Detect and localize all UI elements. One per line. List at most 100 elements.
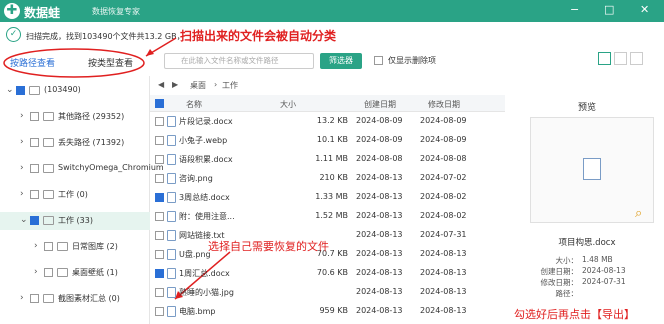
tree-node-checkbox[interactable] [16, 86, 25, 95]
tree-node-checkbox[interactable] [44, 268, 53, 277]
table-row[interactable]: 语段积累.docx 1.11 MB 2024-08-08 2024-08-08 [150, 151, 505, 169]
tree-node[interactable]: › 桌面壁纸 (1) [0, 264, 150, 282]
preview-filename: 项目构思.docx [558, 238, 616, 248]
document-icon [583, 158, 601, 180]
row-checkbox[interactable] [155, 250, 164, 259]
file-name: 小兔子.webp [179, 136, 228, 145]
annotation-select-note: 选择自己需要恢复的文件 [208, 240, 329, 253]
zoom-icon[interactable]: ⌕ [635, 206, 642, 221]
only-deleted-checkbox[interactable] [374, 56, 383, 65]
file-size: 13.2 KB [316, 116, 348, 125]
tree-node[interactable]: › SwitchyOmega_Chromium [0, 160, 164, 178]
tree-node[interactable]: › 工作 (0) [0, 186, 150, 204]
row-checkbox[interactable] [155, 269, 164, 278]
breadcrumb-back-icon[interactable]: ◀ [158, 80, 164, 89]
file-type-icon [167, 173, 176, 184]
file-name: 片段记录.docx [179, 117, 233, 126]
grid-view-icon[interactable] [614, 52, 627, 65]
tree-node-checkbox[interactable] [30, 216, 39, 225]
breadcrumb: ◀ ▶ 桌面 › 工作 [158, 80, 238, 91]
table-row[interactable]: 熟睡的小猫.jpg 2024-08-13 2024-08-13 [150, 284, 505, 302]
file-type-icon [167, 287, 176, 298]
folder-icon [43, 138, 54, 147]
table-row[interactable]: 咨询.png 210 KB 2024-08-13 2024-07-02 [150, 170, 505, 188]
tree-node[interactable]: › 其他路径 (29352) [0, 108, 150, 126]
tree-node[interactable]: › 截图素材汇总 (0) [0, 290, 150, 308]
created-date: 2024-08-13 [356, 192, 403, 201]
chevron-right-icon[interactable]: › [20, 189, 24, 199]
row-checkbox[interactable] [155, 193, 164, 202]
folder-icon [57, 242, 68, 251]
tree-node[interactable]: › 丢失路径 (71392) [0, 134, 150, 152]
row-checkbox[interactable] [155, 288, 164, 297]
chevron-right-icon[interactable]: › [34, 241, 38, 251]
column-name[interactable]: 名称 [186, 99, 202, 110]
tree-node[interactable]: › 日常图库 (2) [0, 238, 150, 256]
row-checkbox[interactable] [155, 155, 164, 164]
modified-date: 2024-07-31 [420, 230, 467, 239]
chevron-right-icon[interactable]: › [34, 267, 38, 277]
row-checkbox[interactable] [155, 307, 164, 316]
file-name: 附：使用注意... [179, 212, 235, 221]
preview-detail-label: 路径： [555, 289, 579, 298]
file-size: 10.1 KB [316, 135, 348, 144]
folder-icon [43, 190, 54, 199]
detail-view-icon[interactable] [630, 52, 643, 65]
breadcrumb-forward-icon[interactable]: ▶ [172, 80, 178, 89]
chevron-right-icon[interactable]: › [20, 293, 24, 303]
file-name: 电脑.bmp [179, 307, 216, 316]
preview-detail-value: 2024-08-13 [582, 266, 626, 275]
folder-icon [29, 86, 40, 95]
column-modified[interactable]: 修改日期 [428, 99, 460, 110]
tree-node-checkbox[interactable] [30, 164, 39, 173]
tree-node-checkbox[interactable] [30, 112, 39, 121]
tree-node-checkbox[interactable] [30, 294, 39, 303]
tree-node[interactable]: ⌄ 工作 (33) [0, 212, 150, 230]
file-size: 1.33 MB [315, 192, 348, 201]
chevron-down-icon[interactable]: ⌄ [6, 85, 14, 95]
filter-button[interactable]: 筛选器 [320, 53, 362, 69]
folder-icon [43, 112, 54, 121]
breadcrumb-item[interactable]: 工作 [222, 80, 238, 91]
table-row[interactable]: 片段记录.docx 13.2 KB 2024-08-09 2024-08-09 [150, 113, 505, 131]
created-date: 2024-08-13 [356, 268, 403, 277]
table-row[interactable]: 3周总结.docx 1.33 MB 2024-08-13 2024-08-02 [150, 189, 505, 207]
tree-node[interactable]: ⌄ (103490) [0, 82, 150, 100]
created-date: 2024-08-13 [356, 306, 403, 315]
row-checkbox[interactable] [155, 231, 164, 240]
table-row[interactable]: 电脑.bmp 959 KB 2024-08-13 2024-08-13 [150, 303, 505, 321]
table-row[interactable]: 附：使用注意... 1.52 MB 2024-08-13 2024-08-02 [150, 208, 505, 226]
file-type-icon [167, 268, 176, 279]
preview-panel: 预览 ⌕ 项目构思.docx 大小： 1.48 MB 创建日期： 2024-08-13… [510, 95, 664, 324]
only-deleted-label: 仅显示删除项 [388, 56, 436, 65]
tab-by-path[interactable]: 按路径查看 [10, 56, 55, 69]
breadcrumb-item[interactable]: 桌面 [190, 80, 206, 91]
folder-tree: ⌄ (103490) › 其他路径 (29352) › 丢失路径 (71392) › Swit… [0, 76, 164, 324]
table-row[interactable]: 小兔子.webp 10.1 KB 2024-08-09 2024-08-09 [150, 132, 505, 150]
chevron-down-icon[interactable]: ⌄ [20, 215, 28, 225]
column-size[interactable]: 大小 [280, 99, 296, 110]
search-input[interactable]: 在此输入文件名称或文件路径 [164, 53, 314, 69]
row-checkbox[interactable] [155, 212, 164, 221]
modified-date: 2024-08-08 [420, 154, 467, 163]
select-all-checkbox[interactable] [155, 99, 164, 108]
row-checkbox[interactable] [155, 174, 164, 183]
table-row[interactable]: 1周汇总.docx 70.6 KB 2024-08-13 2024-08-13 [150, 265, 505, 283]
tab-by-type[interactable]: 按类型查看 [88, 56, 133, 69]
tree-node-checkbox[interactable] [30, 138, 39, 147]
row-checkbox[interactable] [155, 117, 164, 126]
preview-detail-label: 创建日期： [540, 267, 579, 276]
tree-node-checkbox[interactable] [30, 190, 39, 199]
search-placeholder: 在此输入文件名称或文件路径 [181, 56, 279, 65]
file-size: 1.11 MB [315, 154, 348, 163]
row-checkbox[interactable] [155, 136, 164, 145]
file-size: 70.6 KB [316, 268, 348, 277]
chevron-right-icon[interactable]: › [20, 163, 24, 173]
tree-node-checkbox[interactable] [44, 242, 53, 251]
list-view-icon[interactable] [598, 52, 611, 65]
created-date: 2024-08-08 [356, 154, 403, 163]
chevron-right-icon[interactable]: › [20, 111, 24, 121]
chevron-right-icon[interactable]: › [20, 137, 24, 147]
column-created[interactable]: 创建日期 [364, 99, 396, 110]
file-type-icon [167, 135, 176, 146]
